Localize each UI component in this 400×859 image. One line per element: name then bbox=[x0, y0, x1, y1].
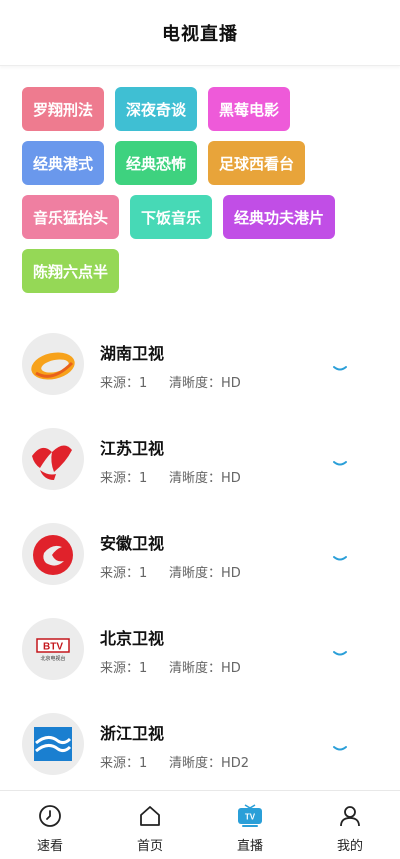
tag-blackberry-movies[interactable]: 黑莓电影 bbox=[208, 87, 291, 131]
channel-list: 湖南卫视 来源：1 清晰度：HD 江苏卫视 来源：1 清晰度：HD 安徽卫视 来… bbox=[0, 320, 400, 795]
tag-kungfu-hk-films[interactable]: 经典功夫港片 bbox=[223, 195, 336, 239]
channel-meta: 来源：1 清晰度：HD bbox=[100, 372, 241, 391]
tab-label: 直播 bbox=[236, 839, 263, 854]
channel-name: 北京卫视 bbox=[100, 629, 165, 648]
clock-icon bbox=[37, 803, 63, 829]
tag-chenxiang-630[interactable]: 陈翔六点半 bbox=[22, 249, 120, 293]
tag-music-look-up[interactable]: 音乐猛抬头 bbox=[22, 195, 120, 239]
btv-logo-icon: BTV 北京电视台 bbox=[22, 618, 84, 680]
channel-clarity: 清晰度：HD bbox=[169, 471, 241, 486]
btv-logo-text: BTV bbox=[43, 642, 63, 653]
tag-classic-hk[interactable]: 经典港式 bbox=[22, 141, 105, 185]
tv-icon: TV bbox=[237, 803, 263, 829]
top-bar: 电视直播 bbox=[0, 0, 400, 66]
user-icon bbox=[337, 803, 363, 829]
chevron-down-icon[interactable] bbox=[332, 358, 348, 379]
tab-home[interactable]: 首页 bbox=[100, 791, 200, 859]
tab-live[interactable]: TV 直播 bbox=[200, 791, 300, 859]
channel-item-zhejiang[interactable]: 浙江卫视 来源：1 清晰度：HD2 bbox=[0, 700, 400, 795]
jiangsu-logo-icon bbox=[22, 428, 84, 490]
channel-source: 来源：1 bbox=[100, 471, 148, 486]
page-title: 电视直播 bbox=[162, 23, 238, 45]
chevron-down-icon[interactable] bbox=[332, 453, 348, 474]
tag-luoxiang-law[interactable]: 罗翔刑法 bbox=[22, 87, 105, 131]
tag-classic-horror[interactable]: 经典恐怖 bbox=[115, 141, 198, 185]
channel-item-jiangsu[interactable]: 江苏卫视 来源：1 清晰度：HD bbox=[0, 415, 400, 510]
channel-source: 来源：1 bbox=[100, 756, 148, 771]
tab-label: 速看 bbox=[36, 839, 63, 854]
channel-item-beijing[interactable]: BTV 北京电视台 北京卫视 来源：1 清晰度：HD bbox=[0, 605, 400, 700]
channel-clarity: 清晰度：HD bbox=[169, 376, 241, 391]
channel-meta: 来源：1 清晰度：HD2 bbox=[100, 752, 249, 771]
tag-football-west-stand[interactable]: 足球西看台 bbox=[208, 141, 306, 185]
anhui-logo-icon bbox=[22, 523, 84, 585]
svg-text:TV: TV bbox=[245, 813, 256, 822]
hunan-logo-icon bbox=[22, 333, 84, 395]
channel-name: 湖南卫视 bbox=[100, 344, 165, 363]
tab-label: 首页 bbox=[136, 839, 163, 854]
channel-item-anhui[interactable]: 安徽卫视 来源：1 清晰度：HD bbox=[0, 510, 400, 605]
channel-clarity: 清晰度：HD2 bbox=[169, 756, 250, 771]
chevron-down-icon[interactable] bbox=[332, 643, 348, 664]
channel-meta: 来源：1 清晰度：HD bbox=[100, 562, 241, 581]
channel-name: 江苏卫视 bbox=[100, 439, 165, 458]
tag-meal-music[interactable]: 下饭音乐 bbox=[130, 195, 213, 239]
channel-clarity: 清晰度：HD bbox=[169, 661, 241, 676]
channel-meta: 来源：1 清晰度：HD bbox=[100, 467, 241, 486]
home-icon bbox=[137, 803, 163, 829]
zhejiang-logo-icon bbox=[22, 713, 84, 775]
channel-name: 浙江卫视 bbox=[100, 724, 165, 743]
channel-source: 来源：1 bbox=[100, 661, 148, 676]
bottom-tab-bar: 速看 首页 TV 直播 我的 bbox=[0, 790, 400, 859]
channel-name: 安徽卫视 bbox=[100, 534, 165, 553]
category-tags: 罗翔刑法 深夜奇谈 黑莓电影 经典港式 经典恐怖 足球西看台 音乐猛抬头 下饭音… bbox=[0, 66, 400, 303]
channel-source: 来源：1 bbox=[100, 376, 148, 391]
tag-late-night-tales[interactable]: 深夜奇谈 bbox=[115, 87, 198, 131]
channel-source: 来源：1 bbox=[100, 566, 148, 581]
channel-meta: 来源：1 清晰度：HD bbox=[100, 657, 241, 676]
btv-logo-subtext: 北京电视台 bbox=[40, 655, 65, 662]
tab-label: 我的 bbox=[336, 839, 363, 854]
tab-mine[interactable]: 我的 bbox=[300, 791, 400, 859]
channel-item-hunan[interactable]: 湖南卫视 来源：1 清晰度：HD bbox=[0, 320, 400, 415]
channel-clarity: 清晰度：HD bbox=[169, 566, 241, 581]
chevron-down-icon[interactable] bbox=[332, 548, 348, 569]
tab-quick-watch[interactable]: 速看 bbox=[0, 791, 100, 859]
chevron-down-icon[interactable] bbox=[332, 738, 348, 759]
